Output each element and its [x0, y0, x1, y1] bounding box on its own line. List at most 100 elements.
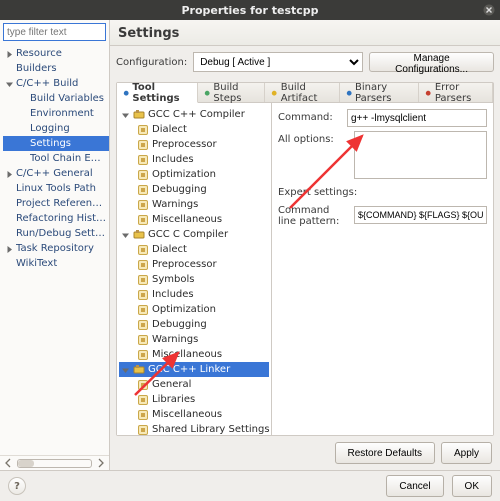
- cancel-button[interactable]: Cancel: [386, 475, 443, 497]
- scroll-left-icon[interactable]: [3, 458, 13, 468]
- nav-item[interactable]: Run/Debug Settings: [3, 226, 109, 241]
- nav-item[interactable]: Builders: [3, 61, 109, 76]
- wrench-icon: [133, 364, 145, 376]
- all-options-textarea[interactable]: [354, 131, 487, 179]
- pattern-input[interactable]: [354, 206, 487, 224]
- manage-configurations-button[interactable]: Manage Configurations...: [369, 52, 494, 72]
- filter-input[interactable]: [3, 23, 106, 41]
- tool-option-node[interactable]: Debugging: [119, 182, 269, 197]
- scrollbar-track[interactable]: [17, 459, 92, 468]
- tool-option-node[interactable]: Includes: [119, 287, 269, 302]
- twisty-icon[interactable]: [5, 184, 14, 193]
- scroll-right-icon[interactable]: [96, 458, 106, 468]
- close-icon[interactable]: [483, 4, 495, 16]
- nav-item[interactable]: Task Repository: [3, 241, 109, 256]
- tool-option-node[interactable]: Symbols: [119, 272, 269, 287]
- twisty-icon[interactable]: [5, 169, 14, 178]
- twisty-icon[interactable]: [121, 365, 130, 374]
- tool-option-node[interactable]: Debugging: [119, 317, 269, 332]
- nav-item[interactable]: Environment: [3, 106, 109, 121]
- tool-option-node[interactable]: Libraries: [119, 392, 269, 407]
- tool-option-node[interactable]: Shared Library Settings: [119, 422, 269, 435]
- twisty-icon[interactable]: [5, 64, 14, 73]
- tool-node[interactable]: GCC C++ Linker: [119, 362, 269, 377]
- settings-tab[interactable]: Error Parsers: [419, 83, 493, 102]
- tool-option-node[interactable]: Dialect: [119, 242, 269, 257]
- command-input[interactable]: [347, 109, 487, 127]
- tool-option-node[interactable]: Dialect: [119, 122, 269, 137]
- tool-tree[interactable]: GCC C++ CompilerDialectPreprocessorInclu…: [117, 103, 272, 435]
- nav-item-label: C/C++ Build: [16, 76, 78, 91]
- tool-node[interactable]: GCC C++ Compiler: [119, 107, 269, 122]
- configuration-select[interactable]: Debug [ Active ]: [193, 52, 363, 72]
- pattern-label: Command line pattern:: [278, 202, 348, 227]
- tool-node[interactable]: GCC C Compiler: [119, 227, 269, 242]
- tool-option-node[interactable]: Optimization: [119, 167, 269, 182]
- option-icon: [137, 319, 149, 331]
- option-icon: [137, 394, 149, 406]
- tool-option-node[interactable]: Preprocessor: [119, 257, 269, 272]
- twisty-icon[interactable]: [19, 154, 28, 163]
- nav-item[interactable]: Tool Chain Editor: [3, 151, 109, 166]
- command-label: Command:: [278, 109, 341, 123]
- twisty-icon[interactable]: [121, 110, 130, 119]
- tool-option-node[interactable]: Preprocessor: [119, 137, 269, 152]
- restore-defaults-button[interactable]: Restore Defaults: [335, 442, 435, 464]
- tool-option-node[interactable]: Miscellaneous: [119, 212, 269, 227]
- nav-scrollbar[interactable]: [0, 455, 109, 470]
- tool-option-node[interactable]: Miscellaneous: [119, 347, 269, 362]
- twisty-icon[interactable]: [19, 139, 28, 148]
- tree-node-label: Miscellaneous: [152, 407, 222, 422]
- tab-label: Tool Settings: [132, 82, 191, 104]
- ok-button[interactable]: OK: [452, 475, 492, 497]
- nav-item[interactable]: C/C++ General: [3, 166, 109, 181]
- tool-option-node[interactable]: Warnings: [119, 332, 269, 347]
- nav-item[interactable]: Linux Tools Path: [3, 181, 109, 196]
- nav-item-label: Settings: [30, 136, 71, 151]
- twisty-icon[interactable]: [19, 109, 28, 118]
- tree-node-label: GCC C++ Compiler: [148, 107, 245, 122]
- twisty-icon[interactable]: [121, 230, 130, 239]
- scrollbar-thumb[interactable]: [18, 460, 34, 467]
- twisty-icon[interactable]: [5, 214, 14, 223]
- settings-tab[interactable]: Build Artifact: [265, 83, 339, 102]
- option-icon: [137, 259, 149, 271]
- tool-option-node[interactable]: General: [119, 377, 269, 392]
- twisty-icon[interactable]: [5, 259, 14, 268]
- help-icon[interactable]: ?: [8, 477, 26, 495]
- twisty-icon[interactable]: [5, 49, 14, 58]
- tool-panel: Command: All options: Expert settings: C…: [272, 103, 493, 435]
- category-tree[interactable]: ResourceBuildersC/C++ BuildBuild Variabl…: [0, 44, 109, 455]
- tool-option-node[interactable]: Optimization: [119, 302, 269, 317]
- twisty-icon[interactable]: [19, 124, 28, 133]
- nav-item[interactable]: Build Variables: [3, 91, 109, 106]
- settings-tab[interactable]: Build Steps: [198, 83, 265, 102]
- tool-option-node[interactable]: Warnings: [119, 197, 269, 212]
- nav-item-label: Run/Debug Settings: [16, 226, 107, 241]
- nav-item[interactable]: C/C++ Build: [3, 76, 109, 91]
- apply-button[interactable]: Apply: [441, 442, 492, 464]
- nav-item[interactable]: Logging: [3, 121, 109, 136]
- nav-item-label: Builders: [16, 61, 57, 76]
- nav-item[interactable]: Project References: [3, 196, 109, 211]
- option-icon: [137, 349, 149, 361]
- tool-option-node[interactable]: Includes: [119, 152, 269, 167]
- twisty-icon[interactable]: [5, 244, 14, 253]
- tree-node-label: Libraries: [152, 392, 195, 407]
- nav-item[interactable]: WikiText: [3, 256, 109, 271]
- settings-tab[interactable]: Tool Settings: [117, 83, 198, 103]
- nav-item[interactable]: Resource: [3, 46, 109, 61]
- nav-item-label: Tool Chain Editor: [30, 151, 107, 166]
- nav-item[interactable]: Refactoring History: [3, 211, 109, 226]
- tab-dot-icon: [271, 89, 277, 97]
- settings-tab[interactable]: Binary Parsers: [340, 83, 420, 102]
- twisty-icon[interactable]: [5, 229, 14, 238]
- twisty-icon[interactable]: [5, 199, 14, 208]
- nav-item-label: Refactoring History: [16, 211, 107, 226]
- twisty-icon[interactable]: [19, 94, 28, 103]
- tool-option-node[interactable]: Miscellaneous: [119, 407, 269, 422]
- twisty-icon[interactable]: [5, 79, 14, 88]
- nav-item-label: Build Variables: [30, 91, 104, 106]
- nav-item-label: Task Repository: [16, 241, 94, 256]
- nav-item[interactable]: Settings: [3, 136, 109, 151]
